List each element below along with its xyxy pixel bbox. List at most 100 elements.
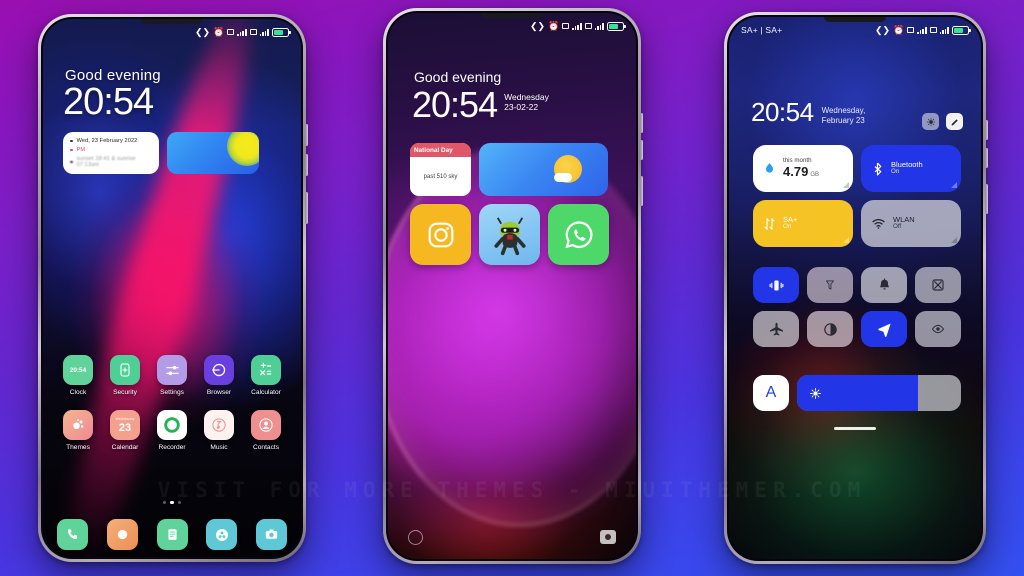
page-dot[interactable] — [177, 501, 182, 505]
dark-mode-toggle[interactable] — [807, 311, 853, 347]
messages-icon[interactable] — [106, 519, 138, 550]
calculator-icon — [251, 355, 281, 385]
widget-tiles: National Day past 510 sky — [410, 143, 609, 273]
wifi-icon — [872, 218, 885, 229]
volume-up-button[interactable] — [985, 120, 988, 140]
app-label: Themes — [66, 444, 90, 451]
tile-corner-icon — [951, 182, 957, 188]
vibrate-icon — [769, 280, 783, 290]
power-button[interactable] — [305, 192, 308, 224]
app-calendar[interactable]: Wednesday 23 Calendar — [104, 410, 146, 451]
ringer-toggle[interactable] — [861, 267, 907, 303]
info-card-widget[interactable]: Wed, 23 February 2022 PM sunset 18:41 & … — [63, 132, 159, 174]
bluetooth-tile[interactable]: Bluetooth On — [861, 145, 961, 192]
bullet-icon — [70, 148, 73, 152]
brightness-auto-button[interactable] — [922, 113, 939, 130]
airplane-mode-toggle[interactable] — [753, 311, 799, 347]
app-label: Browser — [206, 389, 232, 396]
camera-icon[interactable] — [256, 519, 287, 550]
app-recorder[interactable]: Recorder — [151, 410, 193, 451]
tile-corner-icon — [951, 237, 957, 243]
auto-brightness-button[interactable]: A — [753, 375, 789, 411]
phone-right: SA+ | SA+ ❮❯ ⏰ 20:54 Wednesday, February… — [724, 12, 988, 564]
widget-row-1: National Day past 510 sky — [410, 143, 609, 196]
volume-up-button[interactable] — [640, 113, 643, 133]
signal2-icon — [594, 22, 604, 30]
location-toggle[interactable] — [861, 311, 907, 347]
volume-down-button[interactable] — [305, 154, 308, 176]
sim1-icon — [907, 27, 915, 33]
power-button[interactable] — [985, 184, 988, 214]
event-widget-body: past 510 sky — [423, 173, 458, 180]
volume-down-button[interactable] — [985, 148, 988, 168]
date-weekday: Wednesday, — [821, 106, 866, 115]
bluetooth-state: On — [891, 168, 900, 176]
control-center-tiles: this month 4.79 GB Bluetooth On SA+ On W… — [753, 145, 961, 255]
app-calculator[interactable]: Calculator — [245, 355, 287, 396]
app-instagram[interactable] — [410, 204, 471, 265]
app-label: Contacts — [252, 444, 280, 451]
lockscreen-clock: 20:54 — [63, 81, 154, 123]
app-themes[interactable]: Themes — [57, 410, 99, 451]
assistant-button[interactable] — [408, 530, 423, 545]
phone-center: ❮❯ ⏰ Good evening 20:54 Wednesday 23-02- — [383, 8, 643, 564]
volume-up-button[interactable] — [305, 124, 308, 146]
widget-row-2 — [410, 204, 609, 265]
phone-icon[interactable] — [57, 519, 88, 550]
edit-button[interactable] — [946, 113, 963, 130]
app-android-mascot[interactable] — [479, 204, 540, 265]
screenshot-toggle[interactable] — [915, 267, 961, 303]
app-clock[interactable]: 20:54 Clock — [57, 355, 99, 396]
vibrate-toggle[interactable] — [753, 267, 799, 303]
app-row-1: 20:54 Clock Security Settings Browser Ca… — [57, 355, 287, 396]
page-dot-active[interactable] — [170, 501, 174, 505]
contrast-icon — [823, 322, 837, 336]
gallery-icon[interactable] — [206, 519, 238, 550]
phone-left: ❮❯ ⏰ Good evening 20:54 Wed, 23 February… — [38, 14, 308, 562]
date-numeric: 23-02-22 — [504, 102, 539, 113]
sim2-icon — [929, 27, 937, 33]
app-label: Clock — [69, 389, 87, 396]
sim2-icon — [249, 29, 257, 35]
data-usage-value: 4.79 — [783, 163, 809, 179]
weather-widget[interactable] — [167, 132, 259, 174]
app-security[interactable]: Security — [104, 355, 146, 396]
tile-row-1: this month 4.79 GB Bluetooth On — [753, 145, 961, 192]
event-widget[interactable]: National Day past 510 sky — [410, 143, 471, 196]
location-arrow-icon — [877, 323, 891, 337]
dock — [57, 519, 287, 550]
carrier-label: SA+ | SA+ — [741, 25, 783, 35]
notes-icon[interactable] — [156, 519, 188, 550]
flashlight-toggle[interactable] — [807, 267, 853, 303]
camera-lens-icon — [605, 534, 611, 540]
app-contacts[interactable]: Contacts — [245, 410, 287, 451]
sun-icon — [227, 132, 259, 166]
signal1-icon — [237, 28, 247, 36]
data-usage-tile[interactable]: this month 4.79 GB — [753, 145, 853, 192]
clock-block: 20:54 Wednesday 23-02-22 — [412, 87, 549, 123]
app-music[interactable]: Music — [198, 410, 240, 451]
app-whatsapp[interactable] — [548, 204, 609, 265]
weather-widget[interactable] — [479, 143, 608, 196]
brightness-slider[interactable] — [797, 375, 961, 411]
eye-icon — [931, 324, 945, 334]
date-block: Wednesday 23-02-22 — [504, 87, 549, 112]
page-dot[interactable] — [162, 501, 167, 505]
camera-button[interactable] — [600, 530, 616, 544]
earpiece-notch — [481, 13, 543, 18]
power-button[interactable] — [640, 176, 643, 206]
app-settings[interactable]: Settings — [151, 355, 193, 396]
brightness-row: A — [753, 375, 961, 411]
reading-mode-toggle[interactable] — [915, 311, 961, 347]
bullet-icon — [70, 160, 73, 164]
bullet-icon — [70, 139, 73, 143]
app-browser[interactable]: Browser — [198, 355, 240, 396]
battery-icon — [952, 25, 971, 35]
earpiece-notch — [141, 19, 203, 24]
wlan-tile[interactable]: WLAN Off — [861, 200, 961, 247]
home-indicator[interactable] — [834, 427, 876, 430]
data-arrows-icon — [764, 217, 775, 230]
mobile-data-tile[interactable]: SA+ On — [753, 200, 853, 247]
volume-down-button[interactable] — [640, 140, 643, 160]
app-row-2: Themes Wednesday 23 Calendar Recorder Mu… — [57, 410, 287, 451]
